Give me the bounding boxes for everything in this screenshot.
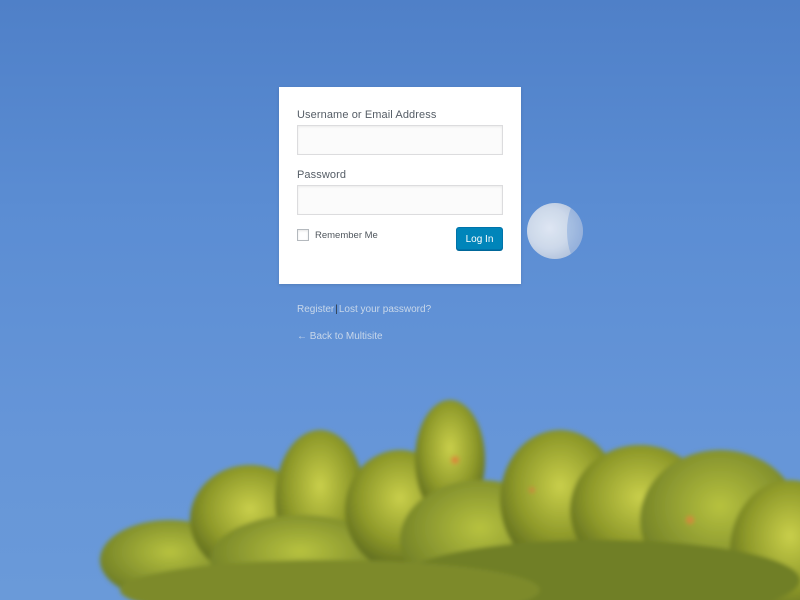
login-form: Username or Email Address Password Remem… xyxy=(279,87,521,284)
password-input[interactable] xyxy=(297,185,503,215)
log-in-button[interactable]: Log In xyxy=(456,227,503,250)
moon-image xyxy=(527,203,583,259)
password-label: Password xyxy=(297,169,347,181)
link-separator: | xyxy=(335,304,338,315)
remember-me-label[interactable]: Remember Me xyxy=(315,230,378,241)
login-page: Username or Email Address Password Remem… xyxy=(0,0,800,600)
username-label: Username or Email Address xyxy=(297,109,437,121)
tree-canopy-image xyxy=(100,400,800,600)
remember-me-checkbox[interactable] xyxy=(297,229,309,241)
remember-me: Remember Me xyxy=(297,228,378,242)
lost-password-link[interactable]: Lost your password? xyxy=(339,304,431,315)
back-to-multisite-link[interactable]: ← Back to Multisite xyxy=(297,331,383,342)
username-input[interactable] xyxy=(297,125,503,155)
back-to-blog: ← Back to Multisite xyxy=(297,331,383,342)
login-nav-links: Register|Lost your password? xyxy=(297,304,431,315)
register-link[interactable]: Register xyxy=(297,304,334,315)
